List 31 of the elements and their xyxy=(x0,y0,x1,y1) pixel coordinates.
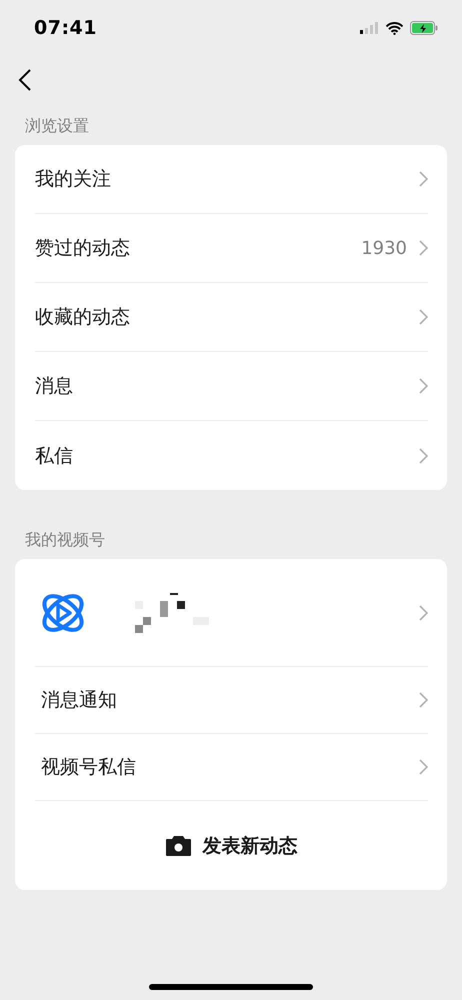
row-label: 收藏的动态 xyxy=(35,305,131,330)
row-label: 我的关注 xyxy=(35,167,112,192)
settings-row[interactable]: 消息通知 xyxy=(35,667,428,734)
signal-icon xyxy=(360,22,379,34)
settings-row[interactable]: 我的关注 xyxy=(35,145,428,214)
settings-row[interactable]: 赞过的动态 1930 xyxy=(35,214,428,283)
status-time: 07:41 xyxy=(34,17,97,39)
chevron-icon xyxy=(419,378,428,394)
settings-row[interactable]: 消息 xyxy=(35,352,428,421)
chevron-icon xyxy=(419,309,428,325)
section-title: 浏览设置 xyxy=(24,115,90,137)
settings-row[interactable]: 私信 xyxy=(35,421,428,490)
settings-row[interactable]: 视频号私信 xyxy=(35,734,428,801)
row-value: 1930 xyxy=(361,238,407,258)
chevron-icon xyxy=(419,240,428,256)
chevron-icon xyxy=(419,604,428,620)
row-label: 赞过的动态 xyxy=(35,236,131,261)
chevron-icon xyxy=(419,759,428,775)
wifi-icon xyxy=(386,22,403,34)
section-title: 我的视频号 xyxy=(24,529,106,551)
chevron-icon xyxy=(419,692,428,708)
settings-row[interactable]: 收藏的动态 xyxy=(35,283,428,352)
row-label: 消息 xyxy=(35,374,74,399)
camera-icon xyxy=(166,836,190,856)
chevron-icon xyxy=(419,448,428,464)
post-button[interactable]: 发表新动态 xyxy=(35,801,428,890)
battery-icon xyxy=(410,21,438,35)
row-label: 视频号私信 xyxy=(40,755,137,780)
chevron-icon xyxy=(419,171,428,187)
row-label: 消息通知 xyxy=(40,688,118,713)
row-label: 私信 xyxy=(35,444,74,468)
